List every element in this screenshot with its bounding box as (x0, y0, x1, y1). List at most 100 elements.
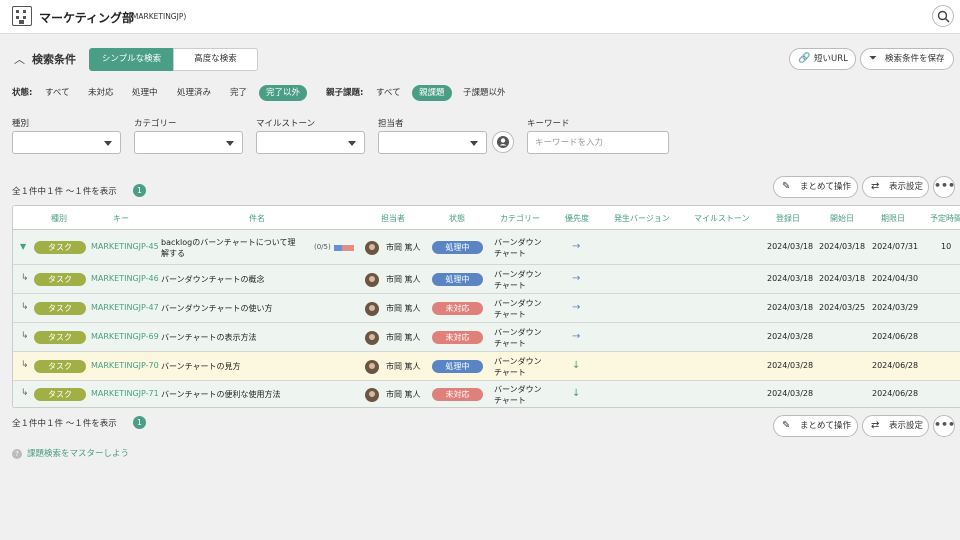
chevron-up-icon: ︿ (14, 53, 25, 66)
project-name[interactable]: マーケティング部 (39, 9, 134, 26)
col-subject[interactable]: 件名 (249, 213, 265, 224)
category-select[interactable] (134, 131, 243, 154)
display-settings-button-bottom[interactable]: ⇄ 表示設定 (862, 415, 929, 437)
parent-option-parent[interactable]: 親課題 (412, 85, 452, 101)
assignee-name: 市岡 篤人 (386, 304, 421, 313)
parent-option-not-child[interactable]: 子課題以外 (463, 85, 506, 101)
estimated-hours: 10 (941, 242, 952, 251)
table-row[interactable]: ↳ タスク MARKETINGJP-71 バーンチャートの便利な使用方法 市岡 篤人 未対… (13, 381, 960, 407)
issue-subject[interactable]: バーンダウンチャートの概念 (161, 274, 351, 285)
result-count-bottom: 全１件中１件 〜１件を表示 (12, 419, 117, 429)
table-row[interactable]: ↳ タスク MARKETINGJP-46 バーンダウンチャートの概念 市岡 篤人 処理中バ… (13, 265, 960, 294)
col-category[interactable]: カテゴリー (500, 213, 540, 224)
col-status[interactable]: 状態 (449, 213, 465, 224)
parent-option-all[interactable]: すべて (376, 85, 401, 101)
issue-subject[interactable]: バーンチャートの便利な使用方法 (161, 389, 351, 400)
bulk-edit-button[interactable]: ✎ まとめて操作 (773, 176, 858, 198)
issue-subject[interactable]: backlogのバーンチャートについて理解する (161, 237, 301, 259)
table-row[interactable]: ▼ タスク MARKETINGJP-45 backlogのバーンチャートについて理解す… (13, 231, 960, 265)
chevron-down-icon (226, 141, 234, 146)
keyword-input[interactable] (527, 131, 669, 154)
chevron-down-icon (348, 141, 356, 146)
col-milestone[interactable]: マイルストーン (694, 213, 750, 224)
building-icon[interactable] (12, 6, 32, 26)
col-estimate[interactable]: 予定時間 (930, 213, 960, 224)
status-option-resolved[interactable]: 処理済み (177, 85, 211, 101)
issue-subject[interactable]: バーンチャートの見方 (161, 361, 351, 372)
type-select[interactable] (12, 131, 121, 154)
table-row[interactable]: ↳ タスク MARKETINGJP-69 バーンチャートの表示方法 市岡 篤人 未対応 バー… (13, 323, 960, 352)
col-due[interactable]: 期限日 (881, 213, 905, 224)
col-key[interactable]: キー (113, 213, 129, 224)
more-button[interactable]: ••• (933, 176, 955, 198)
page-number[interactable]: 1 (133, 184, 146, 197)
chevron-down-icon (470, 141, 478, 146)
status-option-all[interactable]: すべて (45, 85, 70, 101)
status-option-closed[interactable]: 完了 (230, 85, 247, 101)
issue-key[interactable]: MARKETINGJP-45 (91, 242, 159, 251)
more-button-bottom[interactable]: ••• (933, 415, 955, 437)
table-row[interactable]: ↳ タスク MARKETINGJP-70 バーンチャートの見方 市岡 篤人 処理中 バーンダ… (13, 352, 960, 381)
display-settings-label: 表示設定 (889, 182, 924, 192)
avatar (365, 331, 379, 345)
category-value: バーンダウンチャート (494, 357, 542, 377)
help-link[interactable]: ? 課題検索をマスターしよう (12, 447, 129, 459)
category-value: バーンダウンチャート (494, 385, 542, 405)
status-option-open[interactable]: 未対応 (88, 85, 114, 101)
col-registered[interactable]: 登録日 (776, 213, 800, 224)
assignee-name: 市岡 篤人 (386, 390, 421, 399)
type-badge: タスク (34, 360, 86, 373)
assignee-name: 市岡 篤人 (386, 362, 421, 371)
short-url-label: 短いURL (814, 54, 848, 64)
link-icon: 🔗 (798, 53, 811, 64)
col-priority[interactable]: 優先度 (565, 213, 589, 224)
col-start[interactable]: 開始日 (830, 213, 854, 224)
avatar (365, 241, 379, 255)
category-label: カテゴリー (134, 119, 177, 129)
type-badge: タスク (34, 241, 86, 254)
child-arrow-icon: ↳ (21, 273, 29, 283)
issue-key[interactable]: MARKETINGJP-47 (91, 303, 159, 312)
status-label: 状態: (12, 88, 33, 98)
issue-key[interactable]: MARKETINGJP-70 (91, 361, 159, 370)
priority-icon: ↓ (572, 360, 581, 371)
type-badge: タスク (34, 302, 86, 315)
milestone-select[interactable] (256, 131, 365, 154)
edit-icon: ✎ (782, 181, 791, 192)
col-assignee[interactable]: 担当者 (381, 213, 405, 224)
priority-icon: → (572, 331, 581, 342)
assignee-select[interactable] (378, 131, 487, 154)
child-arrow-icon: ↳ (21, 331, 29, 341)
col-type[interactable]: 種別 (51, 213, 67, 224)
issue-key[interactable]: MARKETINGJP-71 (91, 389, 159, 398)
status-option-in-progress[interactable]: 処理中 (132, 85, 158, 101)
registered-date: 2024/03/28 (767, 361, 814, 370)
status-option-not-closed[interactable]: 完了以外 (259, 85, 308, 101)
registered-date: 2024/03/18 (767, 242, 814, 251)
status-badge: 処理中 (432, 241, 483, 254)
bulk-edit-button-bottom[interactable]: ✎ まとめて操作 (773, 415, 858, 437)
col-version[interactable]: 発生バージョン (614, 213, 670, 224)
user-icon (497, 136, 509, 148)
display-settings-button[interactable]: ⇄ 表示設定 (862, 176, 929, 198)
expand-triangle-icon[interactable]: ▼ (20, 242, 26, 251)
page-number-bottom[interactable]: 1 (133, 416, 146, 429)
issue-subject[interactable]: バーンダウンチャートの使い方 (161, 303, 351, 314)
status-badge: 未対応 (432, 388, 483, 401)
issue-key[interactable]: MARKETINGJP-46 (91, 274, 159, 283)
search-button[interactable] (932, 5, 954, 27)
avatar (365, 302, 379, 316)
table-row[interactable]: ↳ タスク MARKETINGJP-47 バーンダウンチャートの使い方 市岡 篤人 未対応… (13, 294, 960, 323)
category-value: バーンダウンチャート (494, 299, 542, 319)
avatar (365, 273, 379, 287)
save-condition-button[interactable]: ⏷ 検索条件を保存 (860, 48, 954, 70)
assignee-name: 市岡 篤人 (386, 243, 421, 252)
tab-simple-search[interactable]: シンプルな検索 (89, 48, 174, 71)
assign-myself-button[interactable] (492, 131, 514, 153)
issue-key[interactable]: MARKETINGJP-69 (91, 332, 159, 341)
issue-subject[interactable]: バーンチャートの表示方法 (161, 332, 351, 343)
child-arrow-icon: ↳ (21, 302, 29, 312)
tab-advanced-search[interactable]: 高度な検索 (173, 48, 258, 71)
short-url-button[interactable]: 🔗 短いURL (789, 48, 856, 70)
registered-date: 2024/03/28 (767, 332, 814, 341)
